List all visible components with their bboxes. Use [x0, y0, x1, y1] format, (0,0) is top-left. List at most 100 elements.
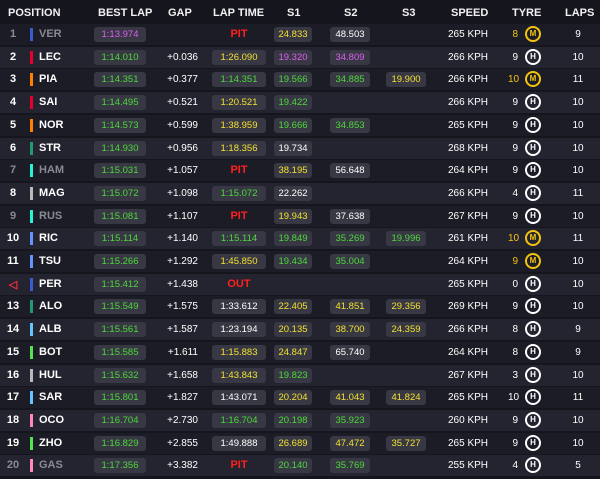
- driver-code[interactable]: GAS: [39, 459, 63, 471]
- table-row[interactable]: 5 NOR 1:14.573 +0.599 1:38.959 19.666 34.853 26…: [0, 114, 600, 136]
- table-row[interactable]: 6 STR 1:14.930 +0.956 1:18.356 19.734 268 KPH 9…: [0, 137, 600, 159]
- gap-value: +1.611: [167, 346, 198, 358]
- driver-code[interactable]: VER: [39, 28, 62, 40]
- speed-trap: 255 KPH: [448, 460, 489, 472]
- best-lap-time: 1:17.356: [94, 458, 146, 474]
- driver-code[interactable]: SAI: [39, 96, 57, 108]
- tyre-age: 9: [512, 165, 518, 177]
- team-color-bar: [30, 28, 33, 41]
- lap-time: 1:33.612: [212, 299, 266, 315]
- sector-1-time: 26.689: [274, 435, 312, 451]
- tyre-age: 10: [508, 233, 520, 245]
- driver-code[interactable]: HAM: [39, 164, 64, 176]
- position-number: 14: [6, 323, 20, 336]
- timing-board: POSITION BEST LAP GAP LAP TIME S1 S2 S3 …: [0, 0, 600, 479]
- position-number: 8: [9, 186, 17, 199]
- best-lap-time: 1:16.704: [94, 412, 146, 428]
- driver-code[interactable]: RUS: [39, 210, 62, 222]
- driver-code[interactable]: PIA: [39, 73, 57, 85]
- lap-count: 10: [572, 210, 584, 222]
- driver-code[interactable]: PER: [39, 278, 62, 290]
- sector-3-time: 29.356: [386, 299, 426, 315]
- table-row[interactable]: 18 OCO 1:16.704 +2.730 1:16.704 20.198 35.923 2…: [0, 409, 600, 431]
- tyre-hard-icon: H: [525, 184, 541, 201]
- gap-value: +1.292: [167, 256, 198, 267]
- driver-code[interactable]: BOT: [39, 346, 62, 358]
- driver-code[interactable]: ALO: [39, 300, 62, 312]
- table-row[interactable]: 1 VER 1:13.974 PIT 24.833 48.503 265 KPH 8 M 9: [0, 24, 600, 45]
- table-row[interactable]: 19 ZHO 1:16.829 +2.855 1:49.888 26.689 47.472 3…: [0, 432, 600, 454]
- driver-code[interactable]: ZHO: [39, 437, 62, 449]
- tyre-hard-icon: H: [525, 162, 541, 179]
- driver-code[interactable]: MAG: [39, 187, 65, 199]
- tyre-medium-icon: M: [525, 71, 541, 88]
- driver-code[interactable]: HUL: [39, 369, 62, 381]
- gap-value: +1.658: [167, 369, 198, 381]
- position-number: 9: [9, 209, 17, 222]
- sector-1-time: 19.823: [274, 367, 312, 383]
- table-row[interactable]: 16 HUL 1:15.632 +1.658 1:43.843 19.823 267 KPH…: [0, 364, 600, 386]
- table-row[interactable]: 13 ALO 1:15.549 +1.575 1:33.612 22.405 41.851 2…: [0, 296, 600, 318]
- speed-trap: 266 KPH: [448, 324, 489, 336]
- gap-value: +1.107: [167, 210, 198, 222]
- team-color-bar: [30, 141, 33, 155]
- table-row[interactable]: 10 RIC 1:15.114 +1.140 1:15.114 19.849 35.269 1…: [0, 228, 600, 250]
- sector-3-time: 19.900: [386, 72, 426, 88]
- sector-1-time: 19.666: [274, 117, 312, 133]
- driver-code[interactable]: OCO: [39, 414, 64, 426]
- table-row[interactable]: 7 HAM 1:15.031 +1.057 PIT 38.195 56.648 264 KPH…: [0, 160, 600, 182]
- table-row[interactable]: 11 TSU 1:15.266 +1.292 1:45.850 19.434 35.004 2…: [0, 251, 600, 272]
- table-row[interactable]: ◁ PER 1:15.412 +1.438 OUT 265 KPH 0 H 10: [0, 273, 600, 295]
- driver-code[interactable]: STR: [39, 142, 61, 154]
- best-lap-time: 1:15.632: [94, 367, 146, 383]
- tyre-hard-icon: H: [525, 275, 541, 292]
- table-row[interactable]: 17 SAR 1:15.801 +1.827 1:43.071 20.204 41.043 4…: [0, 387, 600, 409]
- speed-trap: 267 KPH: [448, 210, 489, 222]
- table-row[interactable]: 8 MAG 1:15.072 +1.098 1:15.072 22.262 266 KPH 4…: [0, 182, 600, 204]
- best-lap-time: 1:15.072: [94, 185, 146, 201]
- tyre-hard-icon: H: [525, 457, 541, 474]
- gap-value: +1.057: [167, 165, 198, 177]
- lap-time: 1:14.351: [212, 72, 266, 88]
- driver-code[interactable]: SAR: [39, 391, 62, 403]
- sector-3-time: 35.727: [386, 435, 426, 451]
- table-row[interactable]: 2 LEC 1:14.010 +0.036 1:26.090 19.320 34.809 26…: [0, 46, 600, 68]
- lap-time: 1:15.883: [212, 344, 266, 360]
- tyre-age: 9: [512, 301, 518, 313]
- table-row[interactable]: 14 ALB 1:15.561 +1.587 1:23.194 20.135 38.700 2…: [0, 319, 600, 341]
- sector-1-time: 19.320: [274, 49, 312, 65]
- sector-1-time: 24.833: [274, 27, 312, 42]
- gap-value: +2.855: [167, 437, 198, 449]
- header-best-lap: BEST LAP: [98, 7, 153, 19]
- tyre-hard-icon: H: [525, 343, 541, 360]
- driver-code[interactable]: NOR: [39, 119, 63, 131]
- table-row[interactable]: 15 BOT 1:15.585 +1.611 1:15.883 24.847 65.740 2…: [0, 341, 600, 363]
- header-laps: LAPS: [565, 7, 595, 19]
- tyre-age: 8: [512, 324, 518, 336]
- lap-count: 11: [572, 233, 584, 245]
- position-number: 17: [6, 391, 20, 404]
- header-speed: SPEED: [451, 7, 489, 19]
- tyre-age: 8: [512, 346, 518, 358]
- driver-code[interactable]: LEC: [39, 51, 61, 63]
- best-lap-time: 1:15.801: [94, 390, 146, 406]
- table-row[interactable]: 4 SAI 1:14.495 +0.521 1:20.521 19.422 266 KPH 9…: [0, 92, 600, 114]
- driver-code[interactable]: ALB: [39, 323, 62, 335]
- tyre-age: 3: [512, 369, 518, 381]
- table-row[interactable]: 20 GAS 1:17.356 +3.382 PIT 20.140 35.769 255 KP…: [0, 455, 600, 477]
- lap-time: 1:26.090: [212, 49, 266, 65]
- table-row[interactable]: 9 RUS 1:15.081 +1.107 PIT 19.943 37.638 267 KPH…: [0, 205, 600, 227]
- sector-2-time: 35.269: [330, 231, 370, 247]
- driver-code[interactable]: TSU: [39, 255, 61, 267]
- gap-value: +1.140: [167, 233, 198, 245]
- team-color-bar: [30, 186, 33, 200]
- driver-code[interactable]: RIC: [39, 232, 58, 244]
- sector-2-time: 35.923: [330, 412, 370, 428]
- tyre-age: 9: [512, 210, 518, 222]
- lap-count: 10: [572, 414, 584, 426]
- sector-1-time: 19.566: [274, 72, 312, 88]
- best-lap-time: 1:15.081: [94, 208, 146, 224]
- table-row[interactable]: 3 PIA 1:14.351 +0.377 1:14.351 19.566 34.885 19…: [0, 69, 600, 91]
- sector-1-time: 20.198: [274, 412, 312, 428]
- header-position: POSITION: [8, 7, 61, 19]
